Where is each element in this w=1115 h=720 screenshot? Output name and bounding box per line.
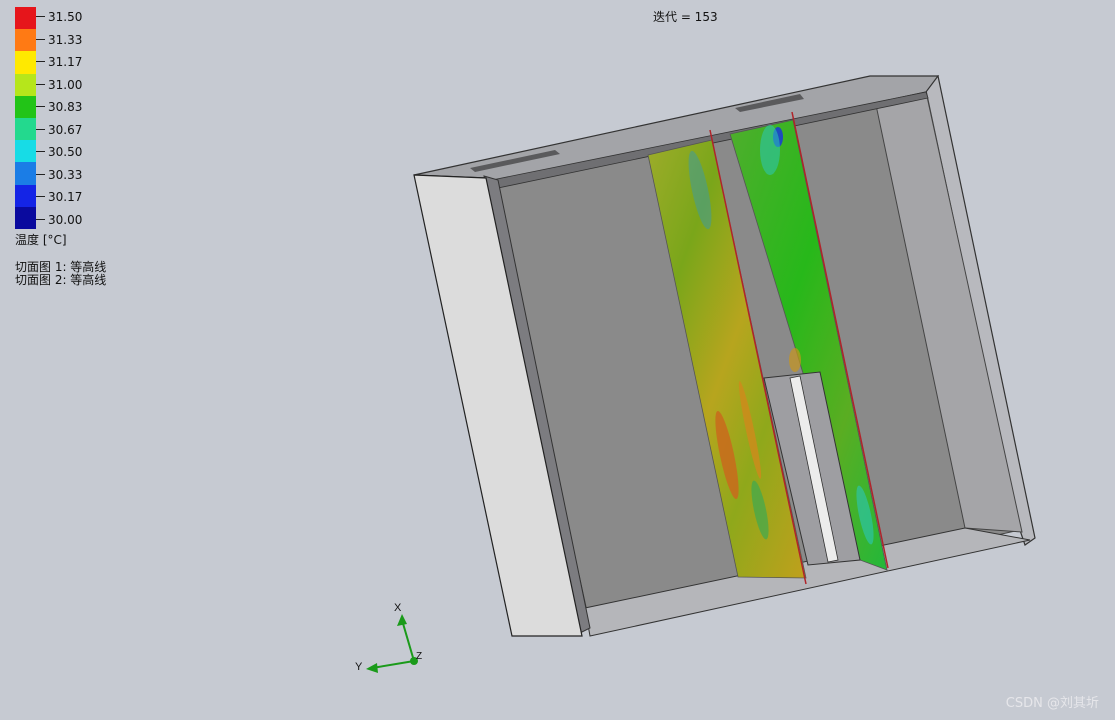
triad-x-arrow <box>397 614 407 626</box>
triad-x-label: X <box>394 602 402 614</box>
triad-y-label: Y <box>355 661 363 673</box>
warm-spot-1 <box>789 348 801 372</box>
triad-z-label: Z <box>416 651 422 662</box>
cool-region-3 <box>760 125 780 175</box>
watermark: CSDN @刘其圻 <box>1005 696 1099 711</box>
triad-y-arrow <box>366 663 378 673</box>
orientation-triad: X Y Z <box>355 602 422 673</box>
model-viewport[interactable] <box>0 0 1115 720</box>
